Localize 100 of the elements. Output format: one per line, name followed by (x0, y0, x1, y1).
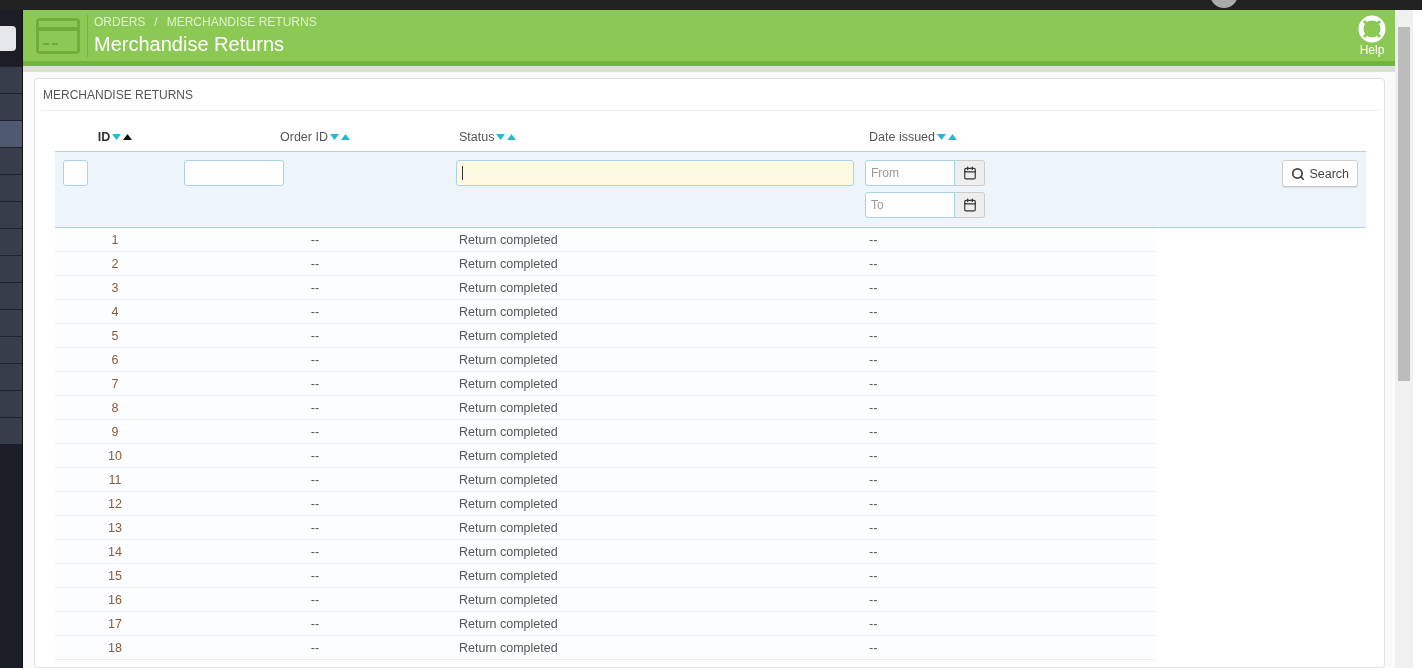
sidebar-item[interactable] (0, 228, 22, 255)
table-cell-text: 14 (107, 544, 123, 559)
sidebar-item[interactable] (0, 174, 22, 201)
column-header[interactable]: ID (97, 130, 111, 144)
table-cell-text: Return completed (458, 376, 559, 391)
table-cell-text: -- (868, 568, 879, 583)
table-cell-text: 18 (107, 640, 123, 655)
sidebar-item[interactable] (0, 66, 22, 93)
sort-descending-icon[interactable] (329, 134, 339, 140)
sort-descending-icon[interactable] (937, 134, 946, 140)
table-cell-text: 5 (110, 328, 120, 343)
calendar-button[interactable] (955, 192, 985, 218)
table-cell-text: Return completed (458, 520, 559, 535)
table-cell-text: -- (309, 424, 321, 439)
table-cell-text: Return completed (458, 640, 559, 655)
table-cell-text: -- (868, 376, 879, 391)
table-cell-text: 4 (110, 304, 120, 319)
table-cell-text: Return completed (458, 424, 559, 439)
text-cursor (462, 166, 463, 180)
table-cell-text: -- (868, 592, 879, 607)
table-cell-text: 12 (107, 496, 123, 511)
table-cell-text: Return completed (458, 328, 559, 343)
sidebar-item[interactable] (0, 201, 22, 228)
page-title: Merchandise Returns (94, 33, 286, 56)
scrollbar[interactable] (1395, 10, 1422, 668)
sort-descending-icon[interactable] (496, 134, 506, 140)
table-cell-text: 8 (110, 400, 120, 415)
lifebuoy-icon (1358, 14, 1386, 43)
table-cell-text: Return completed (458, 400, 559, 415)
table-cell-text: 2 (110, 256, 120, 271)
table-cell-text: 11 (107, 472, 123, 487)
table-cell-text: 16 (107, 592, 123, 607)
table-cell-text: -- (868, 256, 879, 271)
search-button[interactable]: Search (1282, 160, 1358, 187)
sidebar-search-field[interactable] (0, 25, 16, 51)
table-cell-text: Return completed (458, 544, 559, 559)
table-cell-text: -- (309, 352, 321, 367)
table-cell-text: -- (868, 520, 879, 535)
table-cell-text: -- (309, 400, 321, 415)
column-header[interactable]: Order ID (280, 130, 328, 144)
calendar-icon (962, 198, 977, 212)
table-cell-text: -- (868, 544, 879, 559)
table-cell-text: -- (868, 496, 879, 511)
table-cell-text: Return completed (458, 256, 559, 271)
table-cell-text: 17 (107, 616, 123, 631)
filter-input[interactable] (184, 160, 284, 186)
table-cell-text: -- (309, 256, 321, 271)
calendar-icon (962, 166, 977, 180)
sidebar-item[interactable] (0, 363, 22, 390)
table-cell-text: Return completed (458, 232, 559, 247)
table-cell-text: -- (309, 544, 321, 559)
table-cell-text: 9 (110, 424, 120, 439)
sidebar-item[interactable] (0, 390, 22, 417)
table-cell-text: -- (309, 232, 321, 247)
table-cell-text: -- (309, 616, 321, 631)
table-cell-text: -- (309, 304, 321, 319)
table-cell-text: 10 (107, 448, 123, 463)
table-cell-text: Return completed (458, 304, 559, 319)
table-cell-text: -- (868, 448, 879, 463)
table-cell-text: -- (868, 472, 879, 487)
column-header[interactable]: Status (459, 130, 495, 144)
table-cell-text: Return completed (458, 352, 559, 367)
sidebar-item[interactable] (0, 120, 22, 147)
sidebar-item[interactable] (0, 309, 22, 336)
table-cell-text: -- (868, 424, 879, 439)
table-cell-text: -- (868, 616, 879, 631)
table-cell-text: -- (868, 352, 879, 367)
sidebar-item[interactable] (0, 147, 22, 174)
calendar-button[interactable] (955, 160, 985, 186)
table-cell-text: Return completed (458, 568, 559, 583)
table-cell-text: -- (309, 496, 321, 511)
filter-input[interactable] (456, 160, 854, 186)
table-cell-text: Return completed (458, 448, 559, 463)
sidebar-item[interactable] (0, 336, 22, 363)
sort-ascending-icon[interactable] (123, 134, 133, 140)
date-to-input[interactable]: To (865, 192, 955, 218)
search-icon (1291, 166, 1306, 181)
table-cell-text: -- (868, 304, 879, 319)
table-cell-text: Return completed (458, 496, 559, 511)
table-cell-text: -- (309, 376, 321, 391)
table-cell-text: -- (309, 592, 321, 607)
filter-input[interactable] (63, 160, 88, 186)
table-cell-text: -- (309, 640, 321, 655)
column-header[interactable]: Date issued (869, 130, 935, 144)
sidebar-item[interactable] (0, 282, 22, 309)
table-cell-text: -- (309, 472, 321, 487)
table-cell-text: 1 (110, 232, 120, 247)
table-cell-text: Return completed (458, 616, 559, 631)
sidebar-item[interactable] (0, 93, 22, 120)
table-cell-text: 15 (107, 568, 123, 583)
table-cell-text: 3 (110, 280, 120, 295)
table-cell-text: -- (868, 400, 879, 415)
sidebar-item[interactable] (0, 417, 22, 444)
sidebar-item[interactable] (0, 255, 22, 282)
table-cell-text: Return completed (458, 472, 559, 487)
breadcrumb-separator: / (154, 15, 158, 29)
table-cell-text: 6 (110, 352, 120, 367)
table-cell-text: -- (868, 640, 879, 655)
date-from-input[interactable]: From (865, 160, 955, 186)
table-cell-text: -- (868, 280, 879, 295)
